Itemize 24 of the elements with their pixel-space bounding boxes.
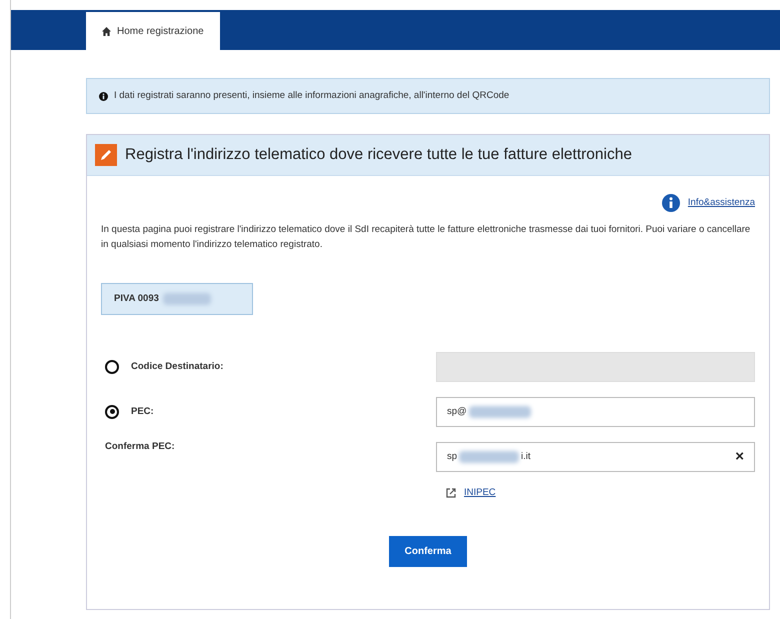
radio-button[interactable] bbox=[105, 404, 119, 419]
field-value: sp@ bbox=[447, 404, 467, 419]
alert-text: I dati registrati saranno presenti, insieme alle informazioni anagrafiche, all'interno del QRCode bbox=[114, 89, 510, 103]
pencil-icon bbox=[95, 144, 117, 166]
help-link[interactable]: Info&assistenza bbox=[688, 196, 755, 210]
field-label: Conferma PEC: bbox=[105, 440, 175, 454]
vat-number: PIVA 0093 bbox=[114, 292, 159, 306]
field-label: PEC: bbox=[131, 404, 154, 419]
external-link[interactable]: INIPEC bbox=[464, 486, 496, 500]
external-link-icon bbox=[446, 488, 456, 498]
tab[interactable]: Home registrazione bbox=[86, 12, 220, 50]
clear-button[interactable]: × bbox=[735, 446, 744, 468]
info-icon bbox=[99, 92, 108, 101]
info-icon bbox=[662, 194, 680, 212]
field-label: Codice Destinatario: bbox=[131, 360, 224, 374]
input-field[interactable]: sp@ bbox=[436, 396, 755, 427]
field-value: sp bbox=[447, 450, 458, 464]
radio-button[interactable] bbox=[105, 360, 119, 374]
description-text: In questa pagina puoi registrare l'indirizzo telematico dove il SdI recapiterà tutte le fatture elettroniche trasmesse dai tuoi fornitori. Puoi variare o cancellare in qualsiasi momento l'indirizzo telematico registrato. bbox=[101, 223, 752, 252]
input-field[interactable]: sp i.it × bbox=[436, 442, 755, 472]
field-value: i.it bbox=[521, 450, 531, 464]
home-icon bbox=[102, 26, 111, 36]
card-title: Registra l'indirizzo telematico dove ricevere tutte le tue fatture elettroniche bbox=[125, 146, 632, 165]
confirm-button[interactable]: Conferma bbox=[388, 536, 468, 568]
